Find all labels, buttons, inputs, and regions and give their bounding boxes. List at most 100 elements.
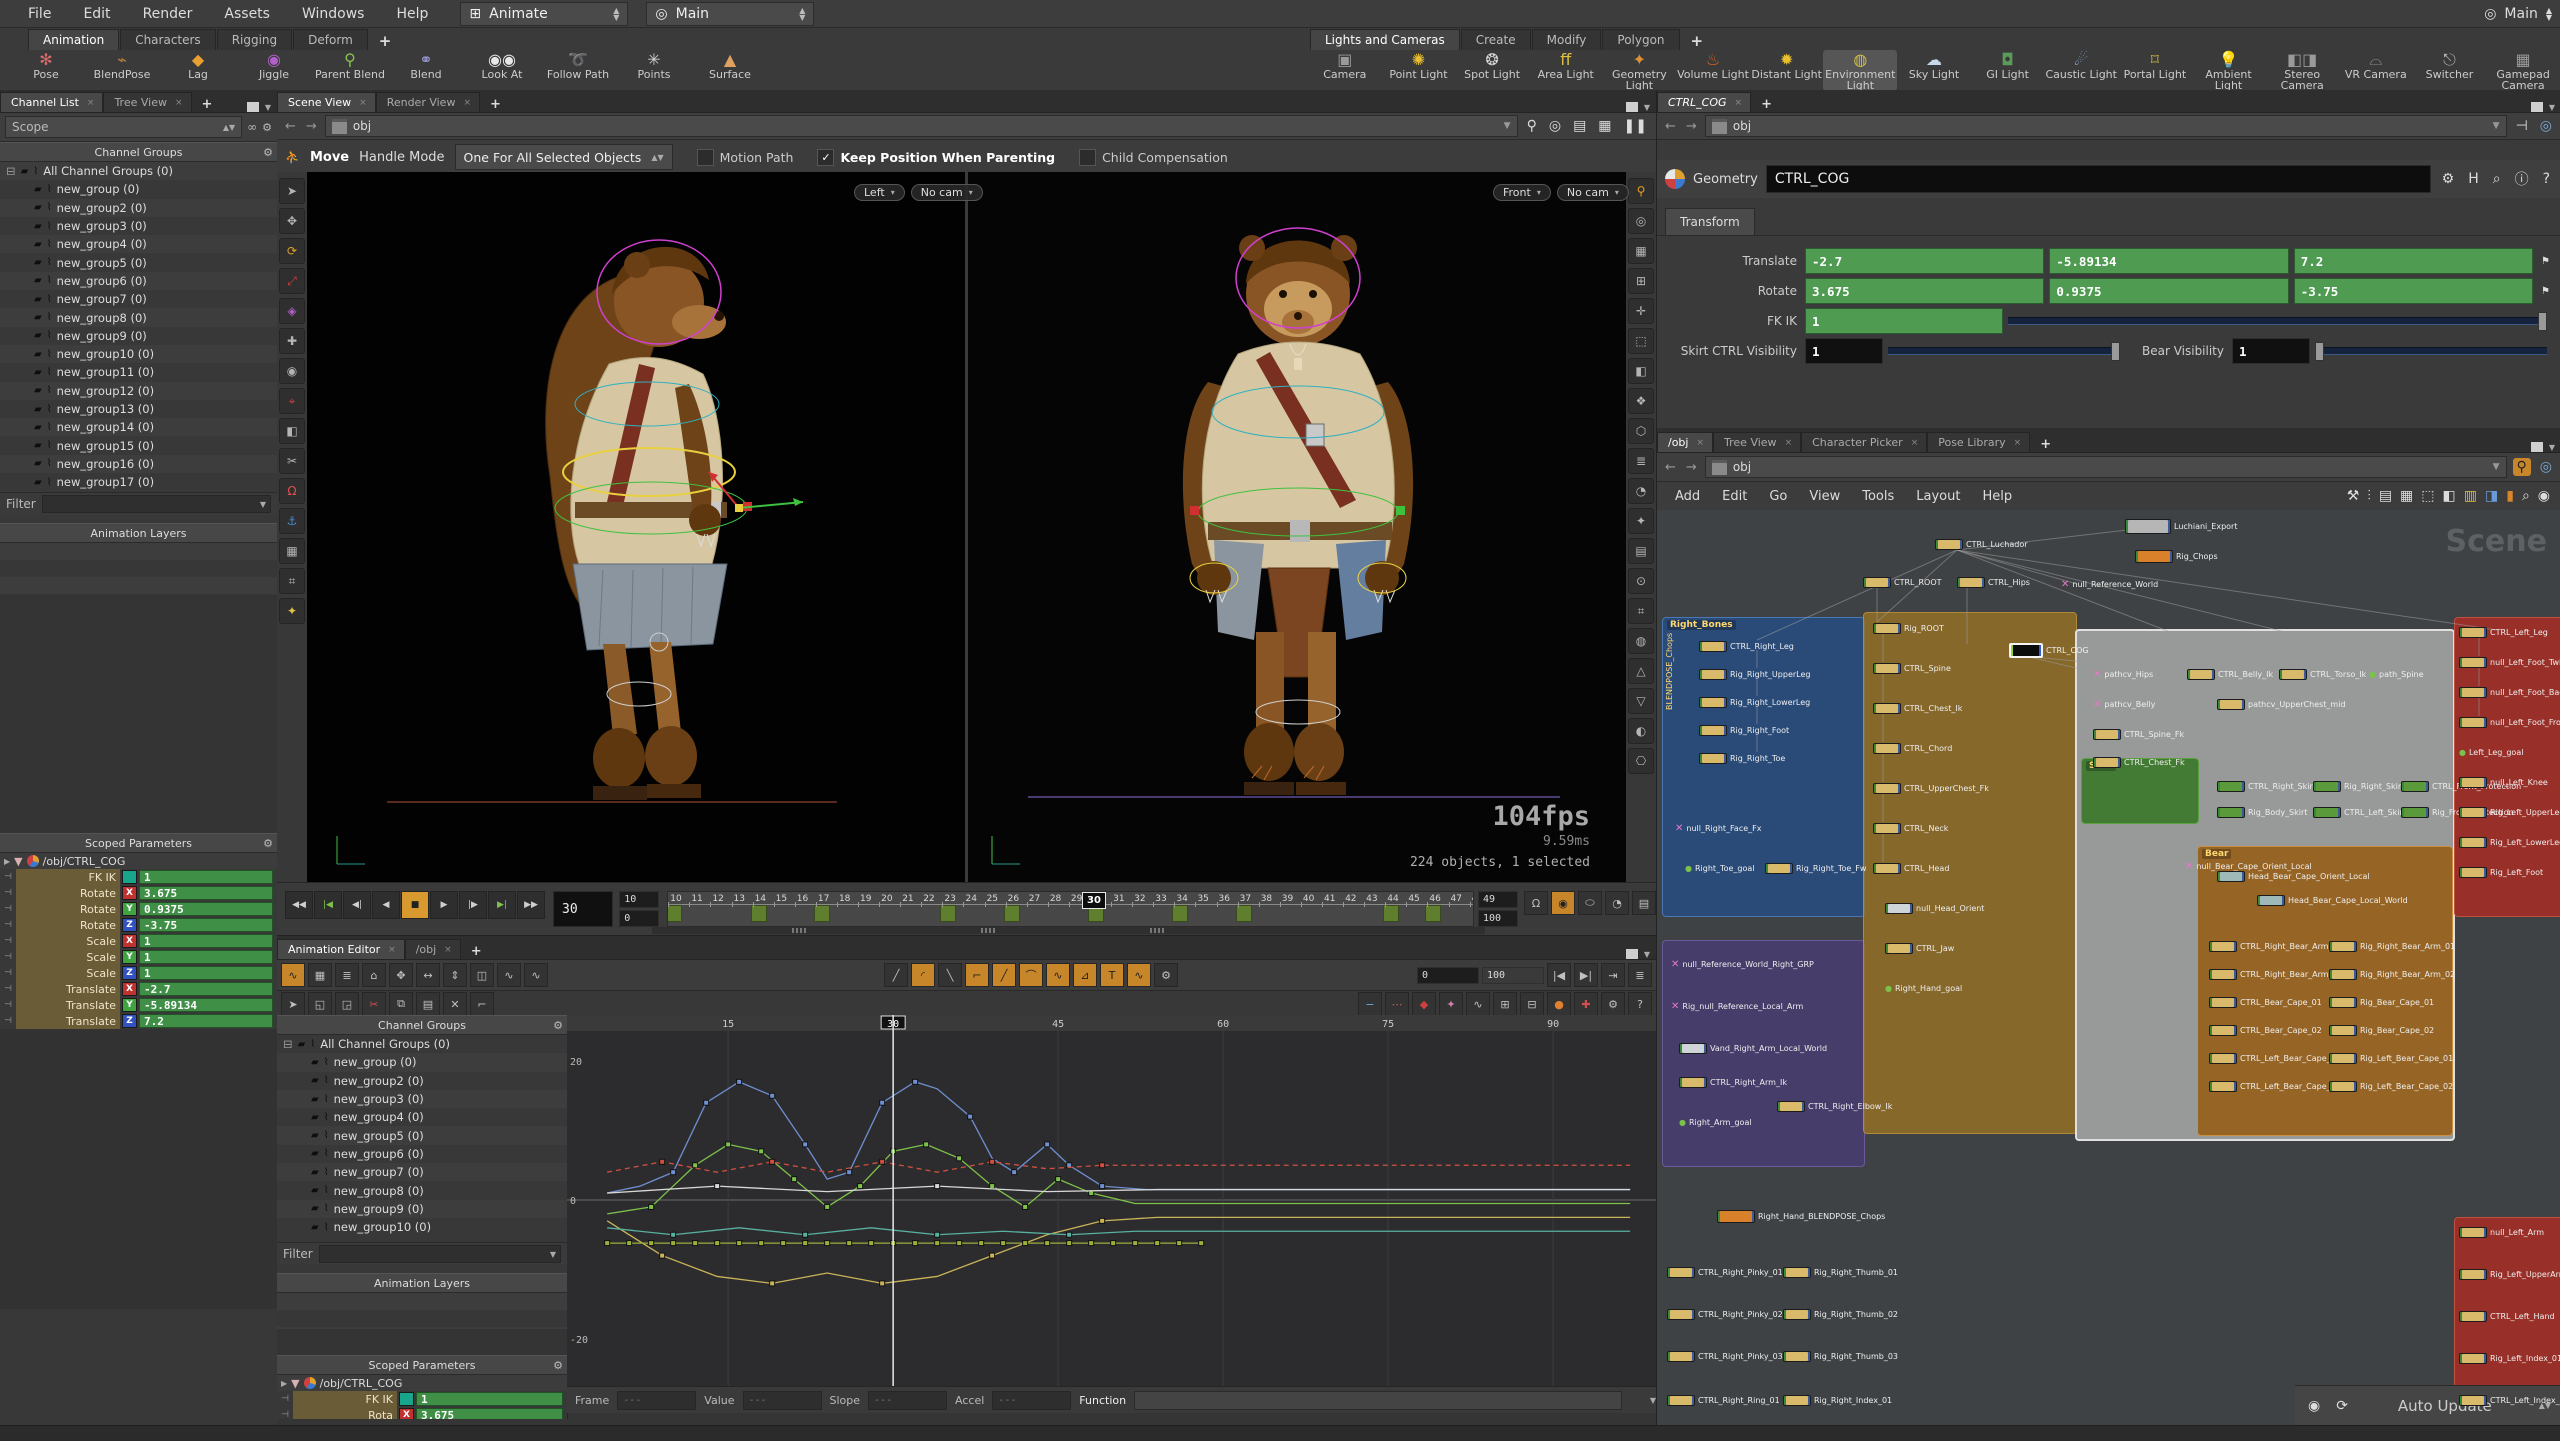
network-node[interactable]: Head_Bear_Cape_Local_World bbox=[2257, 894, 2408, 906]
network-node[interactable]: path_Spine bbox=[2369, 668, 2424, 680]
interpolation-icon[interactable]: ╲ bbox=[938, 963, 962, 987]
network-node[interactable]: CTRL_Luchador bbox=[1935, 538, 2028, 550]
network-node[interactable]: CTRL_Torso_Ik bbox=[2279, 668, 2366, 680]
scroll-grip[interactable] bbox=[791, 928, 808, 933]
close-tab-icon[interactable]: × bbox=[1911, 438, 1919, 448]
curve-keyframe[interactable] bbox=[780, 1240, 787, 1247]
curve-keyframe[interactable] bbox=[659, 1252, 666, 1259]
network-toolbar-icon[interactable]: ◨ bbox=[2482, 488, 2501, 504]
fkik-field[interactable]: 1 bbox=[1805, 308, 2003, 334]
curve-keyframe[interactable] bbox=[1022, 1203, 1029, 1210]
translate-z-field[interactable]: 7.2 bbox=[2293, 248, 2534, 274]
node-body[interactable] bbox=[2009, 642, 2043, 658]
curve-keyframe[interactable] bbox=[1099, 1183, 1106, 1190]
anim-nav-icon[interactable]: |◀ bbox=[1547, 963, 1571, 987]
camera-selector-pill[interactable]: No cam ▾ bbox=[910, 184, 983, 201]
network-node[interactable]: Luchiani_Export bbox=[2125, 518, 2237, 534]
curve-keyframe[interactable] bbox=[846, 1240, 853, 1247]
node-body[interactable] bbox=[2459, 1310, 2487, 1322]
curve-keyframe[interactable] bbox=[1088, 1240, 1095, 1247]
close-tab-icon[interactable]: × bbox=[359, 98, 367, 108]
network-node[interactable]: Rig_Left_Bear_Cape_01 bbox=[2329, 1052, 2453, 1064]
panel-tab[interactable]: Scene View × bbox=[277, 92, 376, 112]
network-toolbar-icon[interactable]: ⌕ bbox=[2519, 488, 2533, 504]
tab-transform[interactable]: Transform bbox=[1665, 208, 1755, 235]
display-option-icon[interactable]: ◔ bbox=[1628, 478, 1654, 504]
node-body[interactable] bbox=[2279, 668, 2307, 680]
keyframe-marker[interactable] bbox=[668, 905, 683, 922]
curve-keyframe[interactable] bbox=[659, 1158, 666, 1165]
parameter-value[interactable]: 1 bbox=[139, 934, 273, 948]
node-body[interactable] bbox=[1699, 752, 1727, 764]
clapperboard-icon[interactable]: ▤ bbox=[1570, 118, 1589, 134]
display-option-icon[interactable]: ≣ bbox=[1628, 448, 1654, 474]
curve-keyframe[interactable] bbox=[670, 1231, 677, 1238]
channel-group-item[interactable]: ▰ ⌇ new_group16 (0) bbox=[0, 454, 277, 474]
pin-icon[interactable]: ⊣ bbox=[0, 936, 16, 946]
node-body[interactable] bbox=[2459, 716, 2487, 728]
anim-nav-icon[interactable]: ≣ bbox=[1628, 963, 1652, 987]
network-node[interactable]: CTRL_Jaw bbox=[1885, 942, 1954, 954]
shelf-tool[interactable]: ♨ Volume Light bbox=[1676, 50, 1750, 81]
node-body[interactable] bbox=[2329, 1052, 2357, 1064]
node-body[interactable] bbox=[2093, 756, 2121, 768]
playback-button[interactable]: ■ bbox=[401, 891, 429, 919]
curve-keyframe[interactable] bbox=[802, 1231, 809, 1238]
curve-keyframe[interactable] bbox=[714, 1240, 721, 1247]
interpolation-icon[interactable]: ⊿ bbox=[1073, 963, 1097, 987]
bear-visibility-field[interactable]: 1 bbox=[2232, 338, 2310, 364]
accel-field[interactable]: --- bbox=[992, 1390, 1072, 1410]
curve-keyframe[interactable] bbox=[769, 1158, 776, 1165]
node-body[interactable] bbox=[2217, 806, 2245, 818]
close-tab-icon[interactable]: × bbox=[87, 98, 95, 108]
viewport-tool-icon[interactable]: ⟳ bbox=[279, 238, 305, 264]
network-node[interactable]: CTRL_Right_Elbow_Ik bbox=[1777, 1100, 1892, 1112]
network-menu-item[interactable]: Layout bbox=[1906, 489, 1970, 504]
interpolation-icon[interactable]: ◜ bbox=[911, 963, 935, 987]
curve-keyframe[interactable] bbox=[670, 1240, 677, 1247]
curve-keyframe[interactable] bbox=[604, 1240, 611, 1247]
shelf-tab[interactable]: Animation bbox=[28, 29, 120, 50]
network-toolbar-icon[interactable]: ▮ bbox=[2503, 488, 2517, 504]
param-header-icon[interactable]: H bbox=[2465, 171, 2482, 187]
translate-y-field[interactable]: -5.89134 bbox=[2049, 248, 2289, 274]
view-selector[interactable]: ◎ Main ▲ ▼ bbox=[646, 1, 815, 26]
network-node[interactable]: Vand_Right_Arm_Local_World bbox=[1679, 1042, 1827, 1054]
node-body[interactable] bbox=[1935, 538, 1963, 550]
node-body[interactable] bbox=[2459, 1226, 2487, 1238]
channel-group-item[interactable]: ▰ ⌇ new_group10 (0) bbox=[0, 344, 277, 364]
channel-group-item[interactable]: ▰ ⌇ new_group2 (0) bbox=[277, 1072, 567, 1090]
link-icon[interactable]: ∞ bbox=[247, 120, 257, 134]
node-body[interactable] bbox=[2209, 1052, 2237, 1064]
curve-keyframe[interactable] bbox=[692, 1240, 699, 1247]
parameter-value[interactable]: 3.675 bbox=[139, 886, 273, 900]
viewport-front-view[interactable]: 104fps 9.59ms 224 objects, 1 selected bbox=[968, 172, 1626, 882]
curve-keyframe[interactable] bbox=[956, 1240, 963, 1247]
channel-group-item[interactable]: ▰ ⌇ new_group4 (0) bbox=[277, 1108, 567, 1126]
curve-keyframe[interactable] bbox=[769, 1092, 776, 1099]
camera-selector-pill[interactable]: No cam ▾ bbox=[1556, 184, 1629, 201]
anim-tool-icon[interactable]: ∿ bbox=[281, 963, 305, 987]
node-body[interactable] bbox=[1873, 702, 1901, 714]
display-option-icon[interactable]: ⎔ bbox=[1628, 748, 1654, 774]
shelf-tool[interactable]: ◧◨ Stereo Camera bbox=[2265, 50, 2339, 92]
network-node[interactable]: Rig_Body_Skirt bbox=[2217, 806, 2307, 818]
network-node[interactable]: null_Head_Orient bbox=[1885, 902, 1984, 914]
curve-keyframe[interactable] bbox=[857, 1183, 864, 1190]
viewport-tool-icon[interactable]: ✂ bbox=[279, 448, 305, 474]
node-body[interactable] bbox=[1783, 1394, 1811, 1406]
curve-keyframe[interactable] bbox=[758, 1148, 765, 1155]
curve-keyframe[interactable] bbox=[824, 1203, 831, 1210]
node-body[interactable] bbox=[2135, 549, 2173, 563]
shelf-tool[interactable]: ◉◉ Look At bbox=[464, 50, 540, 81]
node-body[interactable] bbox=[1783, 1266, 1811, 1278]
viewport-tool-icon[interactable]: ✚ bbox=[279, 328, 305, 354]
channel-group-item[interactable]: ▰ ⌇ new_group13 (0) bbox=[0, 400, 277, 418]
interpolation-icon[interactable]: ⌒ bbox=[1019, 963, 1043, 987]
channel-group-item[interactable]: ▰ ⌇ new_group3 (0) bbox=[0, 217, 277, 235]
curve-keyframe[interactable] bbox=[824, 1240, 831, 1247]
anim-tool-icon[interactable]: ▦ bbox=[308, 963, 332, 987]
channel-group-item[interactable]: ▰ ⌇ new_group5 (0) bbox=[277, 1126, 567, 1145]
network-node[interactable]: Rig_Chops bbox=[2135, 549, 2218, 563]
add-panel-tab-button[interactable]: + bbox=[192, 97, 223, 112]
